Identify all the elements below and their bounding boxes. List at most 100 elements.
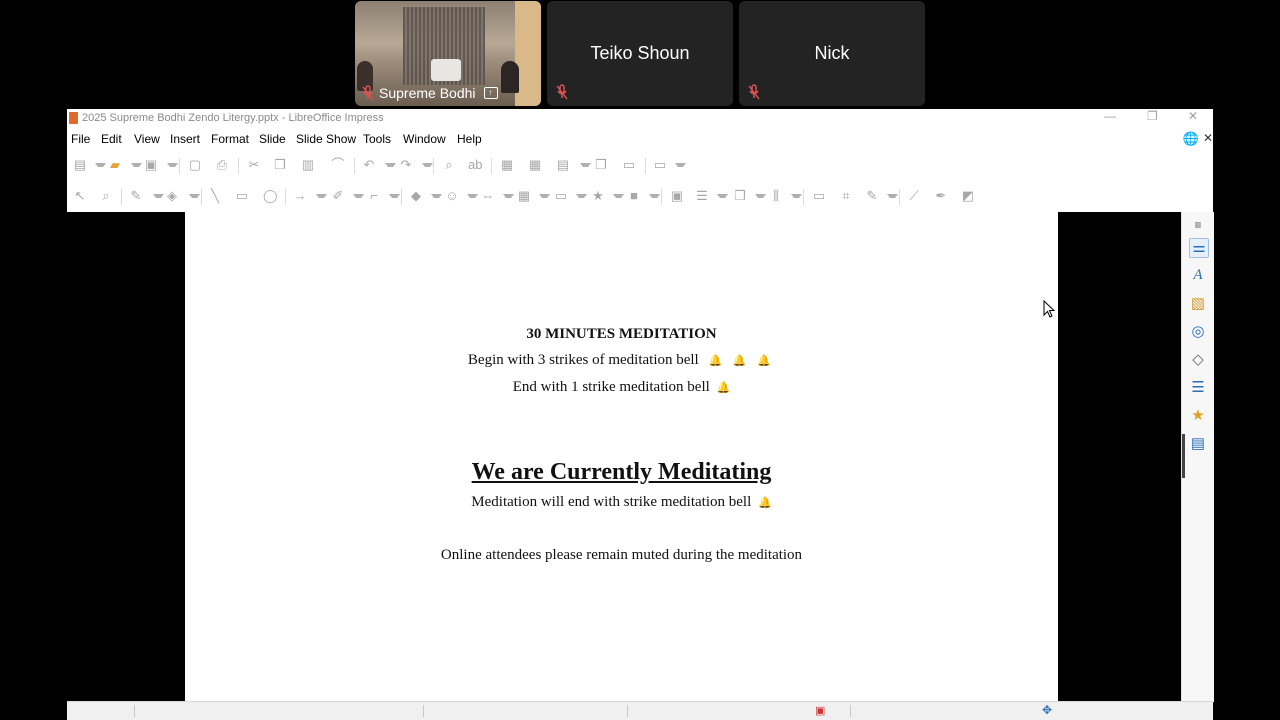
paste-icon[interactable]: ▥ xyxy=(301,158,315,172)
chevron-down-icon[interactable] xyxy=(153,194,164,202)
chevron-down-icon[interactable] xyxy=(649,194,660,202)
shadow-icon[interactable]: ▭ xyxy=(812,189,826,203)
chevron-down-icon[interactable] xyxy=(717,194,728,202)
toggle-extrusion-icon[interactable]: ◩ xyxy=(961,189,975,203)
display-views-icon[interactable]: ▤ xyxy=(556,158,570,172)
3d-objects-icon[interactable]: ■ xyxy=(627,189,641,203)
glue-points-icon[interactable]: ✒ xyxy=(934,189,948,203)
cut-icon[interactable]: ✂ xyxy=(247,158,261,172)
basic-shapes-icon[interactable]: ◆ xyxy=(409,189,423,203)
shapes-icon[interactable]: ◇ xyxy=(1189,351,1207,369)
spelling-icon[interactable]: ab xyxy=(468,158,482,172)
undo-icon[interactable]: ↶ xyxy=(362,158,376,172)
menu-view[interactable]: View xyxy=(134,132,160,146)
chevron-down-icon[interactable] xyxy=(167,163,178,171)
chevron-down-icon[interactable] xyxy=(887,194,898,202)
align-icon[interactable]: ☰ xyxy=(695,189,709,203)
close-document-icon[interactable]: ✕ xyxy=(1203,131,1213,145)
close-icon[interactable]: ✕ xyxy=(1188,109,1198,123)
gallery-icon[interactable]: ▧ xyxy=(1189,295,1207,313)
find-replace-icon[interactable]: ⌕ xyxy=(442,158,456,172)
copy-icon[interactable]: ❐ xyxy=(273,158,287,172)
grid-icon[interactable]: ▦ xyxy=(500,158,514,172)
duplicate-slide-icon[interactable]: ❐ xyxy=(594,158,608,172)
chevron-down-icon[interactable] xyxy=(503,194,514,202)
chevron-down-icon[interactable] xyxy=(316,194,327,202)
menu-tools[interactable]: Tools xyxy=(363,132,391,146)
stars-icon[interactable]: ★ xyxy=(591,189,605,203)
menu-format[interactable]: Format xyxy=(211,132,249,146)
line-icon[interactable]: ╲ xyxy=(208,189,222,203)
clone-formatting-icon[interactable]: ⌒ xyxy=(331,158,345,172)
lines-arrows-icon[interactable]: → xyxy=(293,189,307,203)
chevron-down-icon[interactable] xyxy=(131,163,142,171)
crop-icon[interactable]: ⌗ xyxy=(839,189,853,203)
fill-color-icon[interactable]: ◈ xyxy=(165,189,179,203)
chevron-down-icon[interactable] xyxy=(755,194,766,202)
participant-tile-supreme-bodhi[interactable]: Supreme Bodhi ↑ xyxy=(355,1,541,106)
chevron-down-icon[interactable] xyxy=(389,194,400,202)
menu-icon[interactable]: ≡ xyxy=(1189,216,1207,234)
chevron-down-icon[interactable] xyxy=(580,163,591,171)
minimize-icon[interactable]: — xyxy=(1104,109,1116,123)
participant-tile-teiko-shoun[interactable]: Teiko Shoun xyxy=(547,1,733,106)
chevron-down-icon[interactable] xyxy=(353,194,364,202)
chevron-down-icon[interactable] xyxy=(675,163,686,171)
arrange-icon[interactable]: ❐ xyxy=(733,189,747,203)
master-slides-icon[interactable]: ▤ xyxy=(1189,435,1207,453)
chevron-down-icon[interactable] xyxy=(422,163,433,171)
rectangle-icon[interactable]: ▭ xyxy=(235,189,249,203)
chevron-down-icon[interactable] xyxy=(189,194,200,202)
styles-icon[interactable]: A xyxy=(1189,266,1207,284)
menu-file[interactable]: File xyxy=(71,132,90,146)
callouts-icon[interactable]: ▭ xyxy=(554,189,568,203)
connectors-icon[interactable]: ⌐ xyxy=(367,189,381,203)
ellipse-icon[interactable]: ◯ xyxy=(263,189,278,203)
animation-icon[interactable]: ★ xyxy=(1189,407,1207,425)
block-arrows-icon[interactable]: ⇔ xyxy=(481,189,495,203)
slide-canvas[interactable]: 30 MINUTES MEDITATION Begin with 3 strik… xyxy=(185,212,1058,702)
zoom-pan-icon[interactable]: ⌕ xyxy=(99,189,113,203)
chevron-down-icon[interactable] xyxy=(431,194,442,202)
slide-workarea[interactable]: 30 MINUTES MEDITATION Begin with 3 strik… xyxy=(67,212,1181,702)
chevron-down-icon[interactable] xyxy=(791,194,802,202)
menu-insert[interactable]: Insert xyxy=(170,132,200,146)
document-modified-icon[interactable]: ▣ xyxy=(815,704,825,717)
navigator-icon[interactable]: ◎ xyxy=(1189,323,1207,341)
globe-icon[interactable]: 🌐 xyxy=(1183,131,1199,147)
new-slide-icon[interactable]: ▤ xyxy=(73,158,87,172)
open-folder-icon[interactable]: ▰ xyxy=(108,158,122,172)
select-icon[interactable]: ↖ xyxy=(73,189,87,203)
menu-window[interactable]: Window xyxy=(403,132,446,146)
chevron-down-icon[interactable] xyxy=(539,194,550,202)
save-icon[interactable]: ▣ xyxy=(144,158,158,172)
restore-icon[interactable]: ❐ xyxy=(1147,109,1158,123)
chevron-down-icon[interactable] xyxy=(613,194,624,202)
distribute-icon[interactable]: ⫼ xyxy=(769,189,783,203)
redo-icon[interactable]: ↷ xyxy=(399,158,413,172)
menu-help[interactable]: Help xyxy=(457,132,482,146)
sidebar-grip[interactable] xyxy=(1182,434,1185,478)
curves-icon[interactable]: ✐ xyxy=(331,189,345,203)
fit-slide-icon[interactable]: ✥ xyxy=(1042,703,1052,717)
chevron-down-icon[interactable] xyxy=(576,194,587,202)
flowchart-icon[interactable]: ▦ xyxy=(517,189,531,203)
delete-slide-icon[interactable]: ▭ xyxy=(622,158,636,172)
chevron-down-icon[interactable] xyxy=(467,194,478,202)
print-icon[interactable]: ⎙ xyxy=(215,158,229,172)
points-icon[interactable]: ⟋ xyxy=(907,189,921,203)
filter-icon[interactable]: ✎ xyxy=(865,189,879,203)
line-color-icon[interactable]: ✎ xyxy=(129,189,143,203)
participant-tile-nick[interactable]: Nick xyxy=(739,1,925,106)
slide-layout-icon[interactable]: ▭ xyxy=(653,158,667,172)
export-pdf-icon[interactable]: ▢ xyxy=(188,158,202,172)
slide-transition-icon[interactable]: ☰ xyxy=(1189,379,1207,397)
menu-slide[interactable]: Slide xyxy=(259,132,286,146)
menu-edit[interactable]: Edit xyxy=(101,132,122,146)
chevron-down-icon[interactable] xyxy=(95,163,106,171)
chevron-down-icon[interactable] xyxy=(385,163,396,171)
symbol-shapes-icon[interactable]: ☺ xyxy=(445,189,459,203)
properties-icon[interactable]: ⚌ xyxy=(1189,238,1209,258)
rotate-icon[interactable]: ▣ xyxy=(670,189,684,203)
helplines-icon[interactable]: ▦ xyxy=(528,158,542,172)
